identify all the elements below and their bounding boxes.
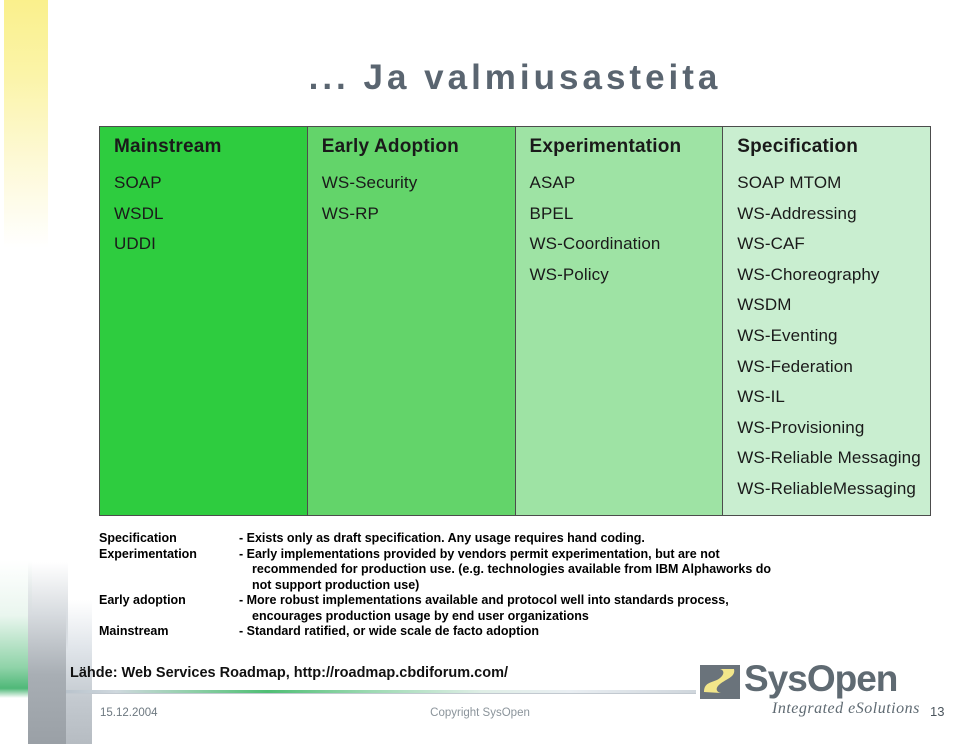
legend-term: Mainstream bbox=[99, 624, 169, 638]
column-item: WS-Reliable Messaging bbox=[737, 448, 921, 468]
column-item: WS-Security bbox=[321, 173, 418, 192]
column-item: WSDM bbox=[737, 295, 792, 315]
matrix-column-mainstream: Mainstream SOAP WSDL UDDI bbox=[100, 127, 308, 515]
decoration-yellow-band bbox=[4, 0, 48, 248]
slide-title: ... Ja valmiusasteita bbox=[308, 58, 722, 97]
column-item: WS-Provisioning bbox=[737, 417, 865, 437]
legend-description: - Exists only as draft specification. An… bbox=[239, 531, 899, 547]
column-item: WS-Policy bbox=[529, 264, 609, 284]
legend-description-main: - Exists only as draft specification. An… bbox=[239, 531, 645, 545]
column-item: ASAP bbox=[529, 173, 576, 192]
sysopen-wordmark: SysOpen bbox=[744, 658, 898, 699]
column-header: Experimentation bbox=[529, 136, 682, 157]
sysopen-mark-icon bbox=[700, 665, 740, 699]
matrix-column-experimentation: Experimentation ASAP BPEL WS-Coordinatio… bbox=[515, 127, 724, 515]
legend-description-cont: encourages production usage by end user … bbox=[252, 608, 589, 623]
column-item: WS-Addressing bbox=[737, 203, 857, 223]
source-citation: Lähde: Web Services Roadmap, http://road… bbox=[70, 665, 509, 681]
legend-row: Experimentation - Early implementations … bbox=[99, 547, 899, 594]
legend-term: Experimentation bbox=[99, 546, 197, 561]
footer-page-number: 13 bbox=[930, 704, 945, 719]
legend-description: - More robust implementations available … bbox=[239, 593, 899, 624]
matrix-column-specification: Specification SOAP MTOM WS-Addressing WS… bbox=[723, 127, 930, 515]
column-item: WS-IL bbox=[737, 387, 785, 407]
column-item: UDDI bbox=[114, 234, 156, 254]
sysopen-tagline: Integrated eSolutions bbox=[772, 700, 920, 717]
maturity-matrix: Mainstream SOAP WSDL UDDI Early Adoption… bbox=[99, 126, 931, 516]
sysopen-logo: SysOpen Integrated eSolutions bbox=[700, 658, 928, 724]
column-header: Early Adoption bbox=[321, 136, 459, 157]
matrix-column-early-adoption: Early Adoption WS-Security WS-RP bbox=[307, 127, 516, 515]
column-item: WS-ReliableMessaging bbox=[737, 478, 916, 498]
legend-description-cont: not support production use) bbox=[252, 577, 420, 592]
slide: ... Ja valmiusasteita Mainstream SOAP WS… bbox=[0, 0, 960, 744]
column-item: SOAP MTOM bbox=[737, 173, 842, 192]
column-item: WS-Federation bbox=[737, 356, 853, 376]
legend-description: - Early implementations provided by vend… bbox=[239, 547, 899, 594]
column-item: WSDL bbox=[114, 203, 164, 223]
column-item: WS-CAF bbox=[737, 234, 805, 254]
column-item: WS-RP bbox=[321, 203, 379, 223]
column-item: WS-Choreography bbox=[737, 264, 880, 284]
legend-description-main: - Early implementations provided by vend… bbox=[239, 546, 720, 561]
column-header: Specification bbox=[737, 136, 859, 157]
legend-term: Early adoption bbox=[99, 593, 186, 607]
legend-description: - Standard ratified, or wide scale de fa… bbox=[239, 624, 899, 640]
legend-row: Mainstream - Standard ratified, or wide … bbox=[99, 624, 899, 640]
legend-description-cont: recommended for production use. (e.g. te… bbox=[252, 562, 772, 576]
legend-description-main: - More robust implementations available … bbox=[239, 593, 729, 607]
source-divider-shadow bbox=[66, 693, 696, 694]
legend-term: Specification bbox=[99, 531, 177, 545]
legend: Specification - Exists only as draft spe… bbox=[99, 531, 899, 640]
column-item: SOAP bbox=[114, 173, 162, 192]
legend-description-main: - Standard ratified, or wide scale de fa… bbox=[239, 624, 540, 638]
column-item: WS-Coordination bbox=[529, 234, 661, 254]
legend-row: Specification - Exists only as draft spe… bbox=[99, 531, 899, 547]
column-header: Mainstream bbox=[114, 136, 222, 157]
column-item: WS-Eventing bbox=[737, 325, 838, 345]
legend-row: Early adoption - More robust implementat… bbox=[99, 593, 899, 624]
column-item: BPEL bbox=[529, 203, 574, 223]
